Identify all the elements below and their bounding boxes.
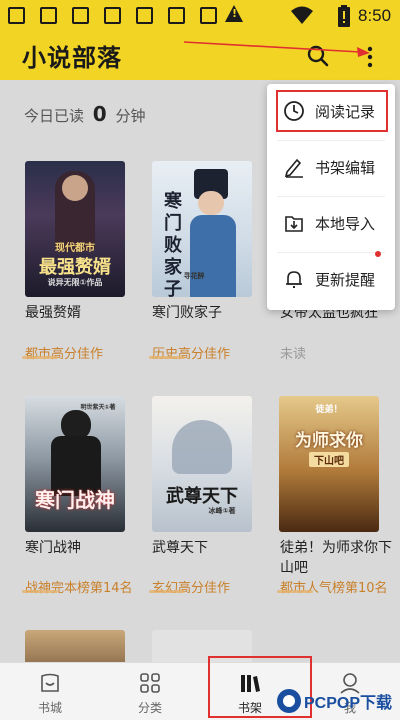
edit-icon [284,158,303,178]
cover-author: 明世紫天①著 [80,404,116,411]
cover-title: 武尊天下 [166,486,238,507]
book-cover[interactable]: 现代都市 最强赘婿 说异无限①作品 [25,161,125,297]
book-tag: 战神完本榜第14名 [25,581,133,596]
watermark-text: PCPOP下载 [304,695,393,712]
menu-item-update-reminder[interactable]: 更新提醒 [267,252,395,308]
notification-icon [40,7,57,24]
book-cover[interactable]: 寒门战神 明世紫天①著 [25,396,125,532]
notification-icon [104,7,121,24]
import-icon [285,216,303,232]
book-title[interactable]: 武尊天下 [152,538,272,558]
tag-underline [22,590,58,593]
nav-label: 书城 [37,701,62,715]
menu-item-local-import[interactable]: 本地导入 [267,196,395,252]
today-reading-prefix: 今日已读 [24,107,85,125]
book-title[interactable]: 最强赘婿 [25,303,145,323]
menu-item-label: 更新提醒 [315,271,376,289]
book-cover[interactable]: 徒弟！ 为师求你 下山吧 [279,396,379,532]
today-reading-suffix: 分钟 [115,107,146,125]
app-title: 小说部落 [22,44,122,72]
book-cover[interactable]: 武尊天下 冰峰①著 [152,396,252,532]
cover-subtitle: 下山吧 [309,452,349,467]
store-icon [41,673,59,692]
menu-item-label: 书架编辑 [315,159,376,177]
notification-icon [168,7,185,24]
nav-item-category[interactable]: 分类 [110,663,190,720]
cover-title: 为师求你 [295,431,363,451]
book-tag: 未读 [280,347,307,362]
cover-author: 说异无限①作品 [47,278,103,287]
cover-author: 冰峰①著 [208,507,236,515]
cover-top-text: 徒弟！ [315,405,343,415]
tag-underline [149,356,185,359]
notification-icon [136,7,153,24]
book-title[interactable]: 寒门败家子 [152,303,272,323]
notification-icon [200,7,217,24]
clock-time: 8:50 [358,6,392,25]
book-tag: 历史高分佳作 [152,347,231,362]
book-title[interactable]: 寒门战神 [25,538,145,558]
cover-subtitle: 现代都市 [55,243,95,254]
nav-label: 分类 [137,701,162,715]
status-bar: ! 8:50 [0,0,400,32]
warning-mark: ! [232,7,238,20]
cover-author: 寻花醉 [183,272,205,280]
tag-underline [277,590,313,593]
cover-title: 最强赘婿 [39,257,111,278]
book-tag: 玄幻高分佳作 [152,581,231,596]
annotation-highlight [276,90,388,132]
menu-item-label: 本地导入 [315,215,376,233]
wifi-icon [291,6,313,24]
book-title[interactable]: 徒弟！为师求你下山吧 [280,538,400,578]
tag-underline [22,356,58,359]
cover-title: 寒门战神 [35,488,115,512]
annotation-arrow [183,41,370,57]
nav-item-store[interactable]: 书城 [10,663,90,720]
battery-icon [338,5,350,27]
today-reading: 今日已读 0 分钟 [24,102,146,126]
bell-icon [286,271,302,288]
grid-icon [140,673,160,693]
book-tag: 都市高分佳作 [25,347,104,362]
tag-underline [149,590,185,593]
notification-icon [8,7,25,24]
today-reading-minutes: 0 [92,102,107,126]
menu-item-edit-shelf[interactable]: 书架编辑 [267,140,395,196]
notification-dot [375,251,381,257]
book-tag: 都市人气榜第10名 [280,581,388,596]
book-cover[interactable]: 寒门败家子 寻花醉 [152,161,252,297]
cover-title: 寒门败家子 [164,191,182,297]
notification-icon [72,7,89,24]
